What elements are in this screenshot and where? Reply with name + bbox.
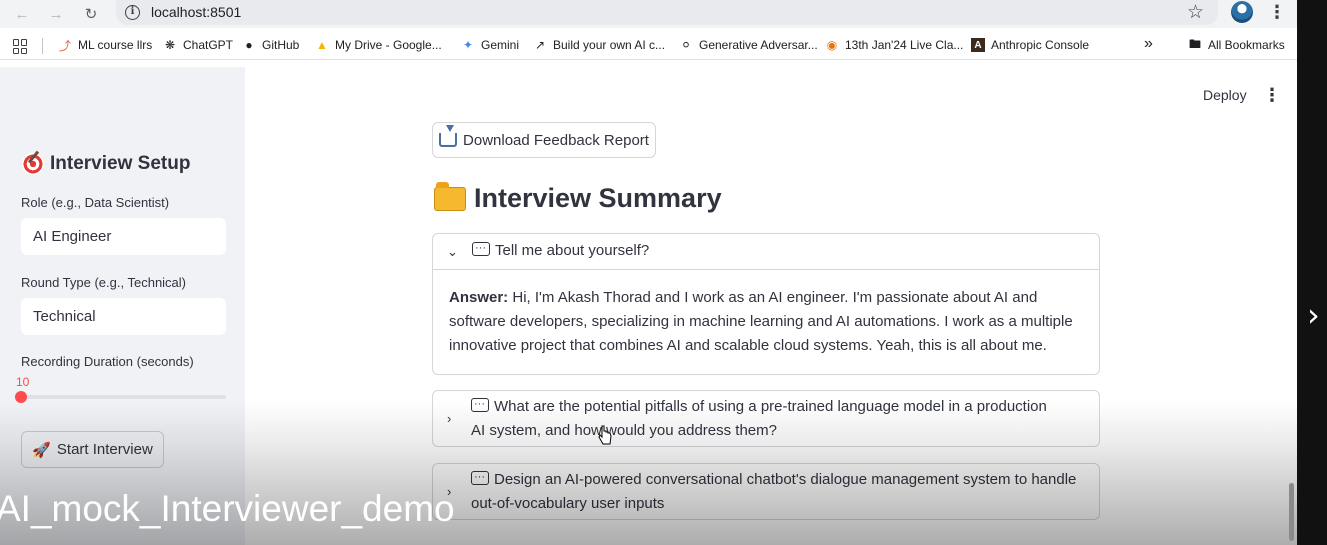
chevron-down-icon: ⌄ (447, 244, 458, 259)
bookmark-label: Anthropic Console (991, 38, 1090, 52)
deploy-button[interactable]: Deploy (1203, 87, 1247, 103)
chevron-right-icon: › (447, 411, 452, 426)
bookmark-gemini[interactable]: ✦ Gemini (461, 38, 519, 52)
bookmark-live-class[interactable]: ◉ 13th Jan'24 Live Cla... (825, 38, 964, 52)
question-expander-2[interactable]: › What are the potential pitfalls of usi… (432, 390, 1100, 447)
bookmarks-bar: ⤴ ML course llrs ❋ ChatGPT ● GitHub ▲ My… (0, 32, 1327, 60)
bookmark-anthropic-console[interactable]: A Anthropic Console (971, 38, 1089, 52)
gemini-icon: ✦ (462, 38, 474, 52)
info-icon[interactable]: i (125, 5, 140, 20)
bookmark-label: ML course llrs (78, 38, 153, 52)
answer-text: Hi, I'm Akash Thorad and I work as an AI… (449, 289, 1073, 354)
speech-bubble-icon (472, 236, 490, 260)
speech-bubble-icon (471, 392, 489, 416)
bookmark-label: Generative Adversar... (699, 38, 818, 52)
role-input[interactable] (21, 218, 226, 255)
bookmark-generative-adversarial[interactable]: ⚪ Generative Adversar... (679, 38, 818, 52)
speech-bubble-icon (471, 465, 489, 489)
bookmarks-divider (42, 38, 43, 54)
back-icon[interactable]: ← (11, 3, 33, 25)
chevron-right-icon[interactable]: › (1307, 296, 1320, 334)
url-text[interactable]: localhost:8501 (151, 4, 241, 20)
anthropic-icon: A (971, 38, 985, 52)
sidebar: Interview Setup Role (e.g., Data Scienti… (0, 67, 245, 545)
apps-grid-icon[interactable] (13, 39, 28, 54)
globe-icon: ⚪ (680, 38, 692, 52)
bookmark-label: 13th Jan'24 Live Cla... (845, 38, 964, 52)
sidebar-title-text: Interview Setup (50, 153, 191, 174)
download-feedback-label: Download Feedback Report (463, 131, 649, 149)
answer-label: Answer: (449, 289, 509, 306)
question-text: Tell me about yourself? (495, 242, 650, 259)
page-scrollbar[interactable] (1289, 483, 1294, 541)
bookmark-label: Gemini (481, 38, 520, 52)
chart-icon: ↗ (534, 38, 546, 52)
target-icon (22, 153, 44, 175)
browser-menu-icon[interactable]: ⋮ (1268, 2, 1286, 23)
bookmark-github[interactable]: ● GitHub (242, 38, 299, 52)
role-label: Role (e.g., Data Scientist) (21, 195, 170, 210)
github-icon: ● (245, 38, 253, 52)
duration-slider-thumb[interactable] (15, 391, 27, 403)
forward-icon[interactable]: → (45, 3, 67, 25)
folder-icon (434, 181, 466, 211)
all-bookmarks-label: All Bookmarks (1208, 38, 1285, 52)
duration-slider-track[interactable] (21, 395, 226, 399)
summary-title: Interview Summary (434, 181, 722, 214)
slider-value: 10 (16, 375, 30, 389)
start-interview-button[interactable]: 🚀 Start Interview (21, 431, 164, 468)
all-bookmarks[interactable]: 🖿 All Bookmarks (1188, 36, 1285, 53)
bookmark-my-drive[interactable]: ▲ My Drive - Google... (315, 38, 442, 52)
bookmark-label: Build your own AI c... (553, 38, 666, 52)
ml-icon: ⤴ (58, 38, 71, 53)
round-type-input[interactable] (21, 298, 226, 335)
video-side-strip (1297, 0, 1327, 545)
sidebar-title: Interview Setup (22, 153, 190, 175)
profile-avatar-icon[interactable] (1231, 1, 1253, 23)
question-expander-1: ⌄ Tell me about yourself? Answer: Hi, I'… (432, 233, 1100, 375)
bookmark-ml-course[interactable]: ⤴ ML course llrs (58, 38, 153, 53)
address-bar[interactable]: i localhost:8501 ☆ (116, 0, 1218, 25)
bookmark-label: My Drive - Google... (335, 38, 442, 52)
download-tray-icon (439, 125, 458, 147)
app-menu-icon[interactable]: ⋮ (1263, 85, 1281, 106)
download-feedback-button[interactable]: Download Feedback Report (432, 122, 656, 158)
hand-cursor-icon (598, 425, 612, 445)
reload-icon[interactable]: ↻ (80, 3, 102, 25)
drive-icon: ▲ (316, 38, 328, 52)
question-text: Design an AI-powered conversational chat… (471, 471, 1077, 512)
expander-header[interactable]: › What are the potential pitfalls of usi… (433, 391, 1099, 443)
question-text: What are the potential pitfalls of using… (471, 398, 1047, 439)
live-icon: ◉ (826, 38, 838, 52)
recording-duration-label: Recording Duration (seconds) (21, 354, 194, 369)
expander-header[interactable]: › Design an AI-powered conversational ch… (433, 464, 1099, 516)
bookmark-label: GitHub (262, 38, 300, 52)
browser-toolbar: ← → ↻ i localhost:8501 ☆ ⋮ (0, 0, 1327, 28)
start-interview-label: Start Interview (56, 441, 153, 458)
bookmark-star-icon[interactable]: ☆ (1187, 1, 1204, 24)
answer-body: Answer: Hi, I'm Akash Thorad and I work … (433, 270, 1099, 358)
round-type-label: Round Type (e.g., Technical) (21, 275, 187, 290)
bookmark-build-ai[interactable]: ↗ Build your own AI c... (533, 38, 665, 52)
question-expander-3[interactable]: › Design an AI-powered conversational ch… (432, 463, 1100, 520)
folder-outline-icon: 🖿 (1188, 36, 1201, 51)
chatgpt-icon: ❋ (164, 38, 176, 52)
more-bookmarks-icon[interactable]: » (1144, 35, 1153, 53)
rocket-icon: 🚀 (32, 441, 51, 459)
bookmark-label: ChatGPT (183, 38, 234, 52)
watermark-text: AI_mock_Interviewer_demo (0, 488, 455, 529)
expander-header[interactable]: ⌄ Tell me about yourself? (433, 234, 1099, 270)
summary-title-text: Interview Summary (474, 183, 722, 213)
bookmark-chatgpt[interactable]: ❋ ChatGPT (163, 38, 233, 52)
